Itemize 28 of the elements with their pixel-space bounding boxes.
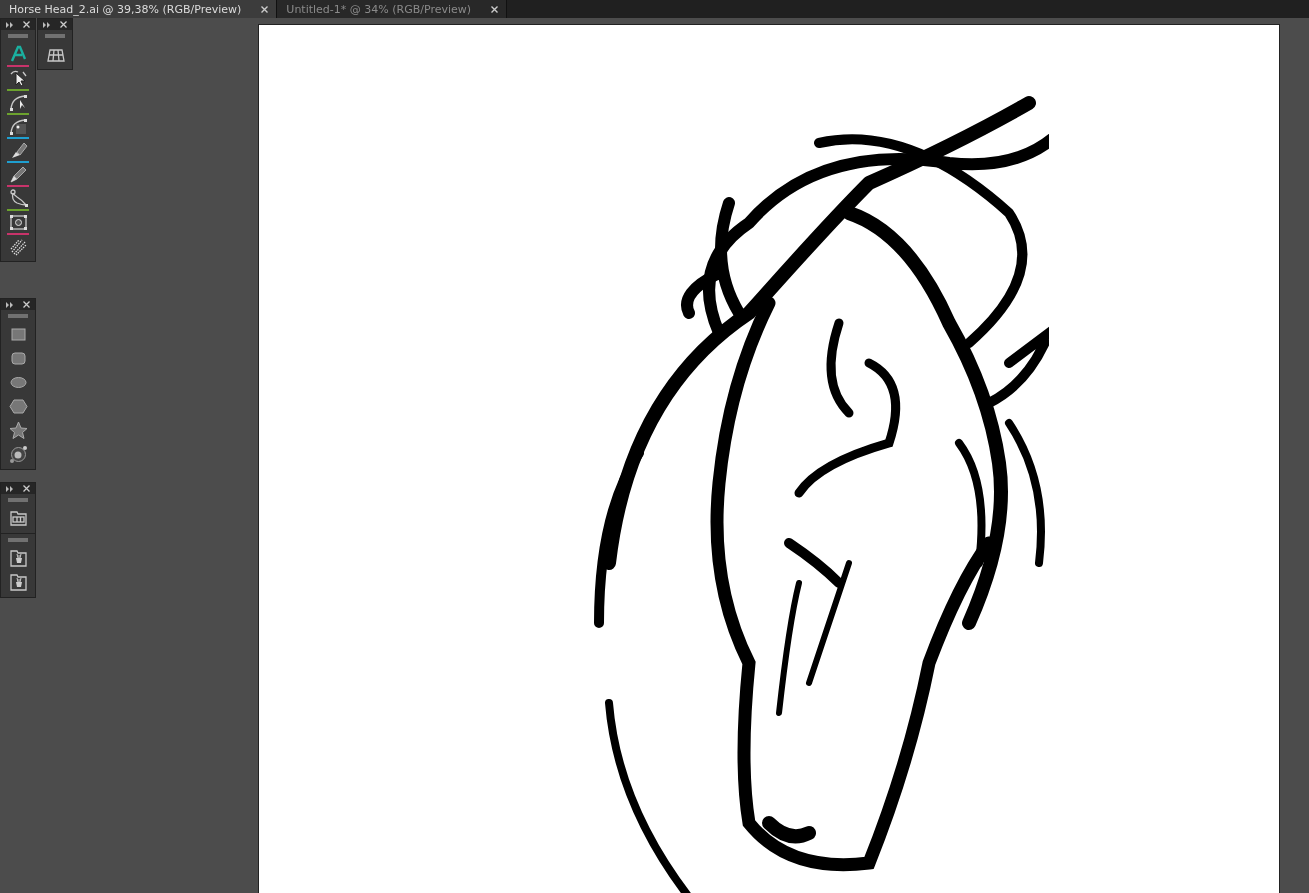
symbol-icon[interactable] — [7, 572, 29, 593]
expand-icon[interactable] — [6, 301, 14, 308]
close-icon[interactable] — [23, 485, 30, 492]
close-icon[interactable] — [23, 21, 30, 28]
transform-icon[interactable] — [7, 212, 29, 233]
expand-icon[interactable] — [6, 485, 14, 492]
document-tab[interactable]: Horse Head_2.ai @ 39,38% (RGB/Preview) — [0, 0, 278, 18]
pencil-icon[interactable] — [7, 164, 29, 185]
expand-icon[interactable] — [6, 21, 14, 28]
curve-tool-icon[interactable] — [7, 116, 29, 137]
grip-handle[interactable] — [8, 314, 28, 318]
folder-icon[interactable] — [7, 508, 29, 529]
flare-icon[interactable] — [7, 444, 29, 465]
symbol-icon[interactable] — [7, 548, 29, 569]
close-icon[interactable] — [60, 21, 67, 28]
grip-handle[interactable] — [8, 498, 28, 502]
curve-tool-icon[interactable] — [7, 92, 29, 113]
expand-icon[interactable] — [43, 21, 51, 28]
close-icon[interactable] — [261, 5, 269, 13]
star-icon[interactable] — [7, 420, 29, 441]
lasso-icon[interactable] — [7, 188, 29, 209]
close-icon[interactable] — [23, 301, 30, 308]
grip-handle[interactable] — [45, 34, 65, 38]
document-tab[interactable]: Untitled-1* @ 34% (RGB/Preview) — [277, 0, 508, 18]
close-icon[interactable] — [491, 5, 499, 13]
polygon-icon[interactable] — [7, 396, 29, 417]
grip-handle[interactable] — [8, 538, 28, 542]
grip-handle[interactable] — [8, 34, 28, 38]
